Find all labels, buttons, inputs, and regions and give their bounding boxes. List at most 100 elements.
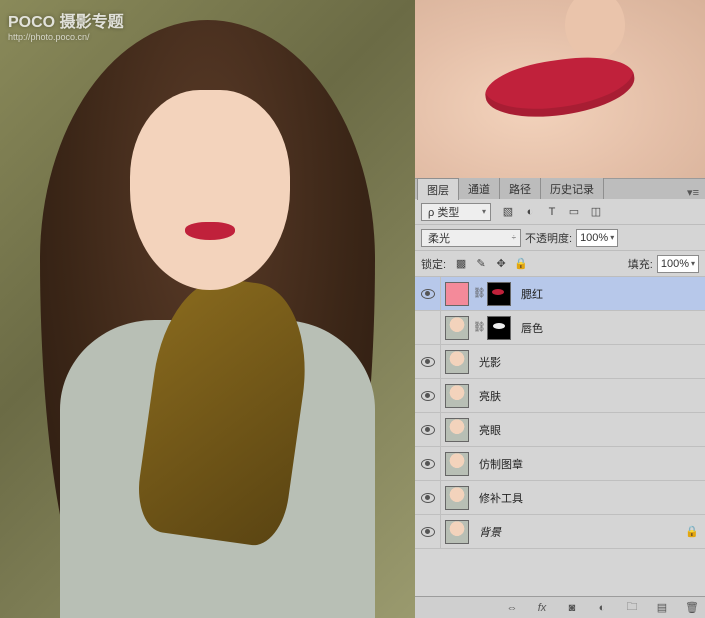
- layer-thumbnails: [441, 520, 473, 544]
- visibility-toggle[interactable]: [415, 311, 441, 344]
- chevron-down-icon: ▾: [482, 207, 486, 216]
- layer-thumbnail[interactable]: [445, 350, 469, 374]
- chevron-down-icon: ▾: [691, 259, 695, 268]
- layer-name-label[interactable]: 仿制图章: [479, 456, 699, 472]
- new-layer-icon[interactable]: ▤: [652, 599, 672, 617]
- layer-thumbnail[interactable]: [445, 282, 469, 306]
- portrait-illustration: [0, 0, 415, 618]
- eye-icon: [421, 357, 435, 367]
- filter-kind-select[interactable]: ρ 类型 ▾: [421, 203, 491, 221]
- link-icon[interactable]: ⛓: [473, 288, 483, 299]
- eye-icon: [421, 391, 435, 401]
- visibility-toggle[interactable]: [415, 379, 441, 412]
- visibility-toggle[interactable]: [415, 447, 441, 480]
- filter-adjust-icon[interactable]: ◐: [521, 203, 539, 221]
- chevron-down-icon: ▾: [610, 233, 614, 242]
- layer-row[interactable]: 亮肤: [415, 379, 705, 413]
- layer-thumbnails: [441, 452, 473, 476]
- filter-smart-icon[interactable]: ◫: [587, 203, 605, 221]
- canvas-main-portrait: POCO 摄影专题 http://photo.poco.cn/: [0, 0, 415, 618]
- lock-brush-icon[interactable]: ✎: [472, 255, 490, 273]
- layer-thumbnail[interactable]: [445, 486, 469, 510]
- tab-channels[interactable]: 通道: [458, 177, 500, 199]
- layer-row[interactable]: 光影: [415, 345, 705, 379]
- tab-paths[interactable]: 路径: [499, 177, 541, 199]
- add-mask-icon[interactable]: ◙: [562, 599, 582, 617]
- eye-icon: [421, 459, 435, 469]
- new-adjustment-icon[interactable]: ◐: [592, 599, 612, 617]
- visibility-toggle[interactable]: [415, 413, 441, 446]
- filter-type-icon[interactable]: T: [543, 203, 561, 221]
- lock-all-icon[interactable]: 🔒: [512, 255, 530, 273]
- eye-icon: [421, 527, 435, 537]
- lock-fill-row: 锁定: ▩ ✎ ✥ 🔒 填充: 100% ▾: [415, 251, 705, 277]
- visibility-toggle[interactable]: [415, 481, 441, 514]
- layer-thumbnails: ⛓: [441, 316, 515, 340]
- layer-row[interactable]: ⛓ 唇色: [415, 311, 705, 345]
- layer-name-label[interactable]: 修补工具: [479, 490, 699, 506]
- link-icon[interactable]: ⛓: [473, 322, 483, 333]
- layer-thumbnail[interactable]: [445, 384, 469, 408]
- opacity-input[interactable]: 100% ▾: [576, 229, 618, 247]
- watermark-brand: POCO 摄影专题: [8, 14, 124, 31]
- visibility-toggle[interactable]: [415, 345, 441, 378]
- layer-thumbnails: [441, 350, 473, 374]
- eye-icon: [421, 425, 435, 435]
- layers-panel: 图层 通道 路径 历史记录 ▾≡ ρ 类型 ▾ ▧ ◐ T ▭ ◫ 柔光: [415, 178, 705, 618]
- layer-row[interactable]: ⛓ 腮红: [415, 277, 705, 311]
- mask-thumbnail[interactable]: [487, 282, 511, 306]
- watermark: POCO 摄影专题 http://photo.poco.cn/: [8, 8, 124, 42]
- filter-shape-icon[interactable]: ▭: [565, 203, 583, 221]
- panel-tabs: 图层 通道 路径 历史记录 ▾≡: [415, 179, 705, 199]
- filter-pixel-icon[interactable]: ▧: [499, 203, 517, 221]
- layer-name-label[interactable]: 唇色: [521, 320, 699, 336]
- layer-thumbnail[interactable]: [445, 316, 469, 340]
- layer-thumbnail[interactable]: [445, 520, 469, 544]
- layer-row[interactable]: 修补工具: [415, 481, 705, 515]
- filter-kind-label: ρ 类型: [428, 204, 459, 220]
- mask-thumbnail[interactable]: [487, 316, 511, 340]
- layers-footer: ⇔ fx ◙ ◐ 🗀 ▤ 🗑: [415, 596, 705, 618]
- layer-name-label[interactable]: 腮红: [521, 286, 699, 302]
- tab-layers[interactable]: 图层: [417, 178, 459, 200]
- layer-thumbnails: [441, 486, 473, 510]
- tab-history[interactable]: 历史记录: [540, 177, 604, 199]
- layer-name-label[interactable]: 背景: [479, 524, 685, 540]
- visibility-toggle[interactable]: [415, 277, 441, 310]
- fill-value: 100%: [661, 258, 689, 270]
- layer-row[interactable]: 仿制图章: [415, 447, 705, 481]
- layer-name-label[interactable]: 亮眼: [479, 422, 699, 438]
- blend-mode-select[interactable]: 柔光 ÷: [421, 229, 521, 247]
- link-layers-icon[interactable]: ⇔: [502, 599, 522, 617]
- opacity-label: 不透明度:: [525, 230, 572, 246]
- layer-row[interactable]: 背景🔒: [415, 515, 705, 549]
- delete-layer-icon[interactable]: 🗑: [682, 599, 702, 617]
- chevron-down-icon: ÷: [512, 233, 516, 242]
- lock-label: 锁定:: [421, 256, 446, 272]
- layer-thumbnails: ⛓: [441, 282, 515, 306]
- eye-icon: [421, 289, 435, 299]
- blend-mode-value: 柔光: [428, 230, 450, 246]
- new-group-icon[interactable]: 🗀: [622, 599, 642, 617]
- layers-list[interactable]: ⛓ 腮红 ⛓ 唇色光影亮肤亮眼仿制图章修补工具背景🔒: [415, 277, 705, 596]
- panel-menu-icon[interactable]: ▾≡: [681, 186, 705, 199]
- lock-icon: 🔒: [685, 525, 699, 538]
- layer-name-label[interactable]: 光影: [479, 354, 699, 370]
- layer-thumbnails: [441, 418, 473, 442]
- lock-transparent-icon[interactable]: ▩: [452, 255, 470, 273]
- layer-thumbnails: [441, 384, 473, 408]
- lock-position-icon[interactable]: ✥: [492, 255, 510, 273]
- fill-label: 填充:: [628, 256, 653, 272]
- fill-input[interactable]: 100% ▾: [657, 255, 699, 273]
- layer-filter-row: ρ 类型 ▾ ▧ ◐ T ▭ ◫: [415, 199, 705, 225]
- layer-row[interactable]: 亮眼: [415, 413, 705, 447]
- eye-icon: [421, 493, 435, 503]
- layer-fx-icon[interactable]: fx: [532, 599, 552, 617]
- layer-thumbnail[interactable]: [445, 418, 469, 442]
- visibility-toggle[interactable]: [415, 515, 441, 548]
- layer-thumbnail[interactable]: [445, 452, 469, 476]
- right-column: 图层 通道 路径 历史记录 ▾≡ ρ 类型 ▾ ▧ ◐ T ▭ ◫ 柔光: [415, 0, 705, 618]
- blend-opacity-row: 柔光 ÷ 不透明度: 100% ▾: [415, 225, 705, 251]
- layer-name-label[interactable]: 亮肤: [479, 388, 699, 404]
- canvas-lips-closeup: [415, 0, 705, 178]
